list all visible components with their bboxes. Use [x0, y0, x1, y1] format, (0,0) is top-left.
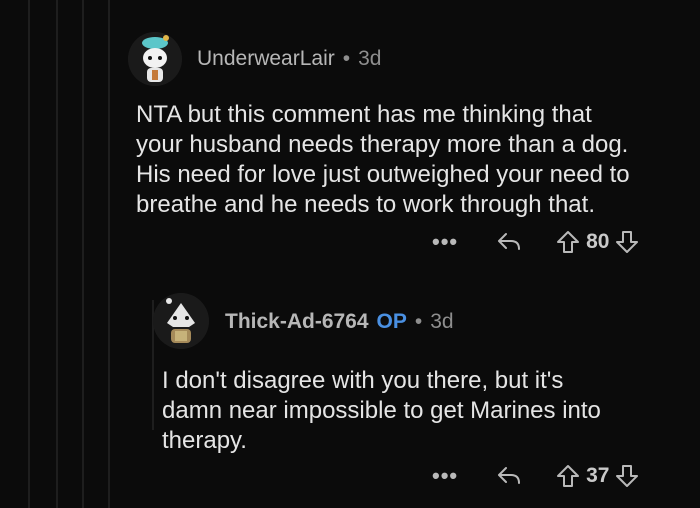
snoo-avatar-icon[interactable] [153, 293, 209, 349]
reply-icon[interactable] [496, 465, 522, 487]
downvote-arrow-icon[interactable] [615, 464, 639, 488]
comment-meta: UnderwearLair • 3d [197, 47, 381, 71]
reply-icon[interactable] [496, 231, 522, 253]
vote-count: 37 [586, 464, 610, 487]
username[interactable]: Thick-Ad-6764 [225, 310, 369, 334]
meta-separator: • [414, 310, 423, 333]
more-options-icon[interactable]: ••• [432, 463, 458, 489]
comment-actions: ••• 80 [432, 229, 639, 255]
vote-count: 80 [586, 230, 610, 253]
thread-line [28, 0, 30, 508]
snoo-avatar-icon[interactable] [128, 32, 182, 86]
username[interactable]: UnderwearLair [197, 47, 335, 71]
comment-meta: Thick-Ad-6764 OP • 3d [225, 310, 454, 334]
upvote-arrow-icon[interactable] [556, 230, 580, 254]
meta-separator: • [342, 47, 351, 70]
thread-line [56, 0, 58, 508]
comment-body-line: NTA but this comment has me thinking tha… [136, 101, 592, 128]
comment-age: 3d [358, 47, 382, 70]
comment-body-line: your husband needs therapy more than a d… [136, 131, 629, 158]
comment-actions: ••• 37 [432, 463, 639, 489]
comment-body-line: breathe and he needs to work through tha… [136, 191, 595, 218]
comment-body-line: damn near impossible to get Marines into [162, 397, 601, 424]
op-badge: OP [376, 310, 407, 333]
comment-age: 3d [430, 310, 454, 333]
thread-line [108, 0, 110, 508]
comment-body: I don't disagree with you there, but it'… [162, 366, 601, 456]
comment-body-line: I don't disagree with you there, but it'… [162, 367, 564, 394]
upvote-arrow-icon[interactable] [556, 464, 580, 488]
downvote-arrow-icon[interactable] [615, 230, 639, 254]
more-options-icon[interactable]: ••• [432, 229, 458, 255]
comment-body-line: His need for love just outweighed your n… [136, 161, 630, 188]
comment-body-line: therapy. [162, 427, 247, 454]
thread-line [82, 0, 84, 508]
comment-body: NTA but this comment has me thinking tha… [136, 100, 630, 220]
